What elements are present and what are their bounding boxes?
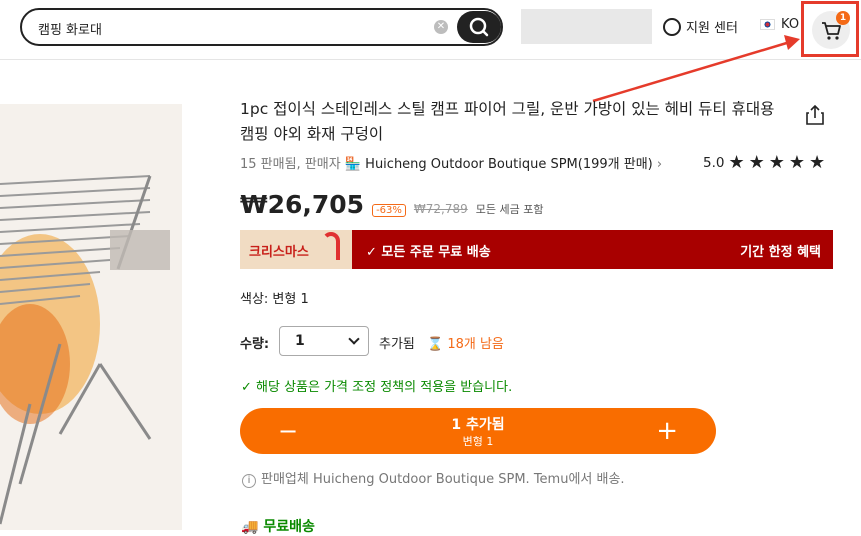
- cta-main-label: 1 추가됨: [451, 417, 505, 433]
- original-price: ₩72,789: [413, 202, 468, 216]
- color-label: 색상: 변형 1: [240, 292, 309, 307]
- star-icon: ★: [748, 152, 765, 173]
- promo-banner: 크리스마스 ✓ 모든 주문 무료 배송 기간 한정 혜택: [240, 230, 833, 269]
- chevron-right-icon: ›: [656, 157, 663, 172]
- quantity-select[interactable]: 1: [279, 326, 369, 356]
- chat-icon: [663, 17, 681, 36]
- cta-variant-label: 변형 1: [462, 435, 494, 448]
- seller-info[interactable]: 15 판매됨, 판매자 🏪 Huicheng Outdoor Boutique …: [240, 153, 662, 172]
- sold-count: 15 판매됨, 판매자: [240, 157, 341, 172]
- search-icon: [469, 17, 489, 37]
- price-policy-note: ✓ 해당 상품은 가격 조정 정책의 적용을 받습니다.: [241, 380, 513, 395]
- seller-shipping-info: i 판매업체 Huicheng Outdoor Boutique SPM. Tem…: [242, 468, 625, 488]
- support-label: 지원 센터: [686, 21, 738, 36]
- candy-cane-icon: [322, 232, 340, 260]
- added-label: 추가됨: [379, 337, 415, 352]
- product-title: 1pc 접이식 스테인레스 스틸 캠프 파이어 그릴, 운반 가방이 있는 헤비…: [240, 100, 775, 143]
- rating[interactable]: 5.0 ★ ★ ★ ★ ★: [703, 154, 825, 172]
- limited-offer-text: 기간 한정 혜택: [740, 245, 821, 260]
- seller-name[interactable]: Huicheng Outdoor Boutique SPM(199개 판매): [365, 157, 653, 172]
- quantity-value: 1: [295, 333, 305, 349]
- store-icon: 🏪: [344, 157, 362, 172]
- add-to-cart-button[interactable]: − 1 추가됨 변형 1 +: [240, 408, 716, 454]
- support-center-link[interactable]: 지원 센터: [663, 17, 738, 36]
- search-input[interactable]: 캠핑 화로대: [38, 19, 102, 38]
- free-shipping-text: ✓ 모든 주문 무료 배송: [366, 245, 491, 260]
- top-header: 캠핑 화로대 ✕ 지원 센터 KO 1: [0, 0, 861, 60]
- cart-highlight-box: 1: [801, 1, 859, 57]
- search-bar[interactable]: 캠핑 화로대 ✕: [20, 8, 503, 46]
- language-selector[interactable]: KO: [760, 17, 799, 32]
- discount-badge: -63%: [372, 204, 406, 217]
- price-row: ₩26,705 -63% ₩72,789 모든 세금 포함: [240, 190, 543, 219]
- christmas-badge: 크리스마스: [240, 230, 352, 269]
- info-icon: i: [242, 474, 256, 488]
- christmas-label: 크리스마스: [249, 245, 309, 260]
- search-button[interactable]: [457, 11, 501, 43]
- stock-remaining: ⌛ 18개 남음: [427, 337, 504, 352]
- quantity-label: 수량:: [240, 337, 270, 352]
- korea-flag-icon: [760, 19, 775, 30]
- star-icon: ★: [788, 152, 806, 173]
- share-icon[interactable]: [805, 104, 825, 126]
- clear-search-icon[interactable]: ✕: [434, 20, 448, 34]
- current-price: ₩26,705: [240, 190, 365, 219]
- star-icon: ★: [809, 152, 826, 173]
- language-label: KO: [781, 17, 800, 32]
- increase-quantity-button[interactable]: +: [656, 416, 678, 446]
- rating-value: 5.0: [703, 155, 725, 171]
- tax-note: 모든 세금 포함: [475, 203, 544, 216]
- free-shipping-section: 🚚 무료배송: [241, 519, 315, 535]
- chevron-down-icon: [348, 333, 360, 345]
- star-icon: ★: [768, 152, 785, 173]
- placeholder-block: [521, 9, 652, 44]
- grill-image-icon: [0, 104, 182, 530]
- product-image[interactable]: [0, 104, 182, 530]
- cart-count-badge: 1: [836, 11, 850, 25]
- star-icon: ★: [728, 152, 745, 173]
